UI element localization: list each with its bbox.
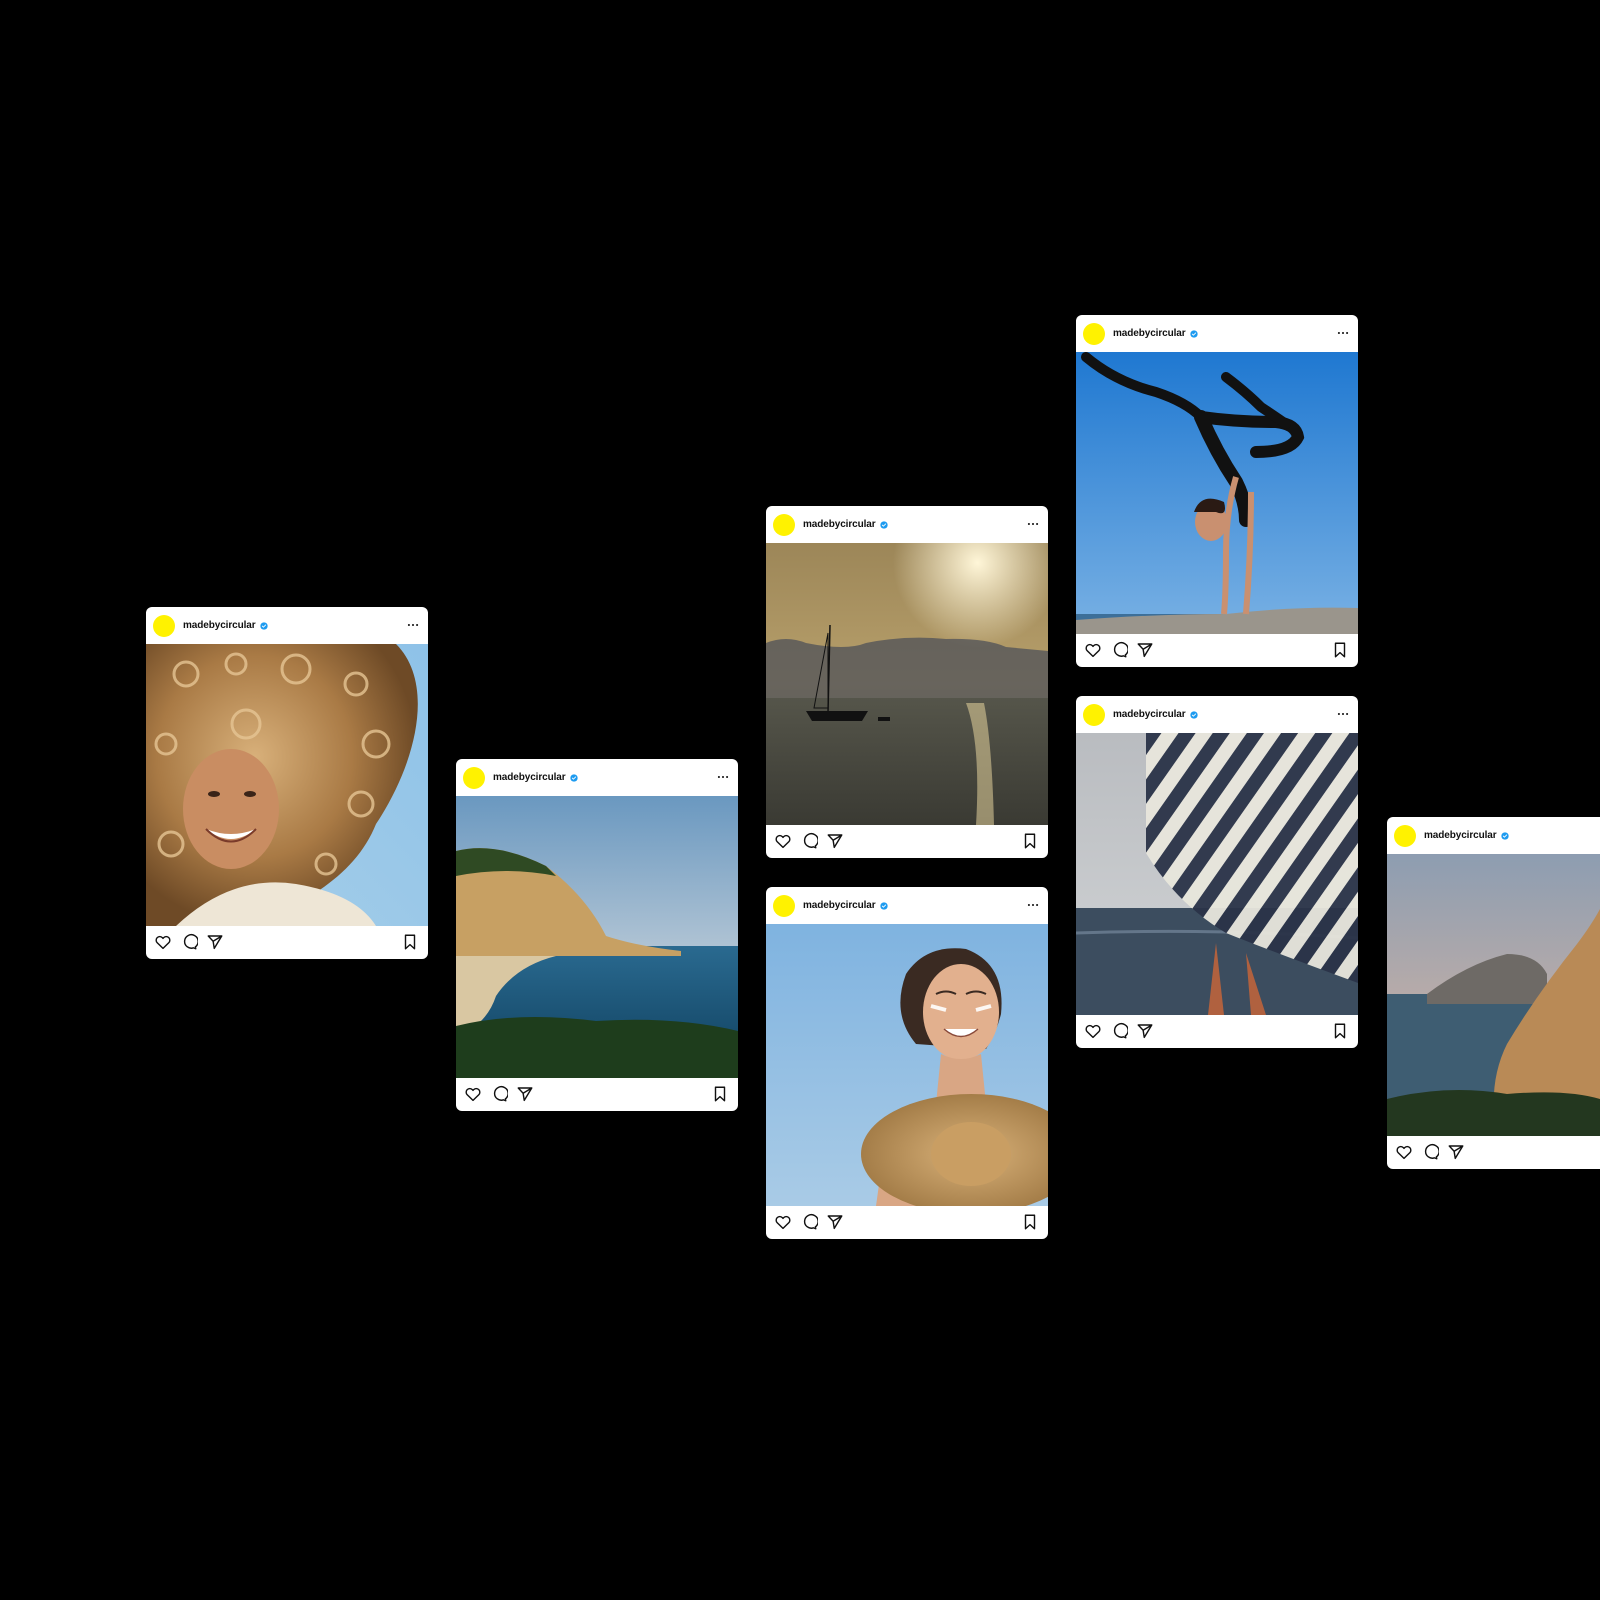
action-bar: [1076, 634, 1358, 667]
bookmark-icon[interactable]: [1021, 1213, 1039, 1231]
verified-badge-icon: [1190, 711, 1198, 719]
bookmark-icon[interactable]: [1331, 641, 1349, 659]
verified-badge-icon: [1501, 832, 1509, 840]
username[interactable]: madebycircular: [803, 900, 876, 911]
bookmark-icon[interactable]: [401, 933, 419, 951]
bookmark-icon[interactable]: [1331, 1022, 1349, 1040]
post-photo[interactable]: [766, 924, 1048, 1206]
share-icon[interactable]: [826, 832, 844, 850]
post-photo[interactable]: [1076, 352, 1358, 634]
like-icon[interactable]: [1395, 1143, 1413, 1161]
more-options-icon[interactable]: [404, 616, 422, 634]
verified-badge-icon: [570, 774, 578, 782]
share-icon[interactable]: [826, 1213, 844, 1231]
like-icon[interactable]: [464, 1085, 482, 1103]
avatar[interactable]: [773, 513, 795, 536]
share-icon[interactable]: [1136, 641, 1154, 659]
post-photo[interactable]: [456, 796, 738, 1078]
like-icon[interactable]: [1084, 641, 1102, 659]
action-bar: [1387, 1136, 1600, 1169]
post-header: madebycircular: [1076, 696, 1358, 733]
username[interactable]: madebycircular: [803, 519, 876, 530]
post-card: madebycircular: [146, 607, 428, 959]
username[interactable]: madebycircular: [183, 620, 256, 631]
post-photo[interactable]: [1387, 854, 1600, 1136]
username[interactable]: madebycircular: [1113, 328, 1186, 339]
post-header: madebycircular: [1387, 817, 1600, 854]
post-card: madebycircular: [766, 887, 1048, 1239]
share-icon[interactable]: [516, 1085, 534, 1103]
verified-badge-icon: [1190, 330, 1198, 338]
like-icon[interactable]: [1084, 1022, 1102, 1040]
action-bar: [146, 926, 428, 959]
post-card: madebycircular: [1076, 696, 1358, 1048]
post-header: madebycircular: [766, 506, 1048, 543]
like-icon[interactable]: [774, 832, 792, 850]
more-options-icon[interactable]: [714, 768, 732, 786]
post-card: madebycircular: [1387, 817, 1600, 1169]
avatar[interactable]: [153, 614, 175, 637]
post-header: madebycircular: [146, 607, 428, 644]
avatar[interactable]: [1083, 322, 1105, 345]
verified-badge-icon: [880, 902, 888, 910]
post-photo[interactable]: [146, 644, 428, 926]
more-options-icon[interactable]: [1024, 515, 1042, 533]
comment-icon[interactable]: [490, 1085, 508, 1103]
comment-icon[interactable]: [800, 832, 818, 850]
username[interactable]: madebycircular: [1113, 709, 1186, 720]
avatar[interactable]: [1394, 824, 1416, 847]
post-header: madebycircular: [1076, 315, 1358, 352]
like-icon[interactable]: [154, 933, 172, 951]
verified-badge-icon: [880, 521, 888, 529]
post-header: madebycircular: [766, 887, 1048, 924]
more-options-icon[interactable]: [1334, 705, 1352, 723]
verified-badge-icon: [260, 622, 268, 630]
share-icon[interactable]: [1447, 1143, 1465, 1161]
avatar[interactable]: [1083, 703, 1105, 726]
post-photo[interactable]: [1076, 733, 1358, 1015]
action-bar: [766, 825, 1048, 858]
username[interactable]: madebycircular: [493, 772, 566, 783]
bookmark-icon[interactable]: [711, 1085, 729, 1103]
more-options-icon[interactable]: [1334, 324, 1352, 342]
share-icon[interactable]: [206, 933, 224, 951]
comment-icon[interactable]: [1421, 1143, 1439, 1161]
like-icon[interactable]: [774, 1213, 792, 1231]
action-bar: [456, 1078, 738, 1111]
share-icon[interactable]: [1136, 1022, 1154, 1040]
avatar[interactable]: [463, 766, 485, 789]
post-card: madebycircular: [766, 506, 1048, 858]
comment-icon[interactable]: [180, 933, 198, 951]
avatar[interactable]: [773, 894, 795, 917]
comment-icon[interactable]: [1110, 641, 1128, 659]
action-bar: [766, 1206, 1048, 1239]
username[interactable]: madebycircular: [1424, 830, 1497, 841]
post-header: madebycircular: [456, 759, 738, 796]
post-card: madebycircular: [456, 759, 738, 1111]
comment-icon[interactable]: [1110, 1022, 1128, 1040]
more-options-icon[interactable]: [1024, 896, 1042, 914]
comment-icon[interactable]: [800, 1213, 818, 1231]
action-bar: [1076, 1015, 1358, 1048]
post-card: madebycircular: [1076, 315, 1358, 667]
post-photo[interactable]: [766, 543, 1048, 825]
bookmark-icon[interactable]: [1021, 832, 1039, 850]
